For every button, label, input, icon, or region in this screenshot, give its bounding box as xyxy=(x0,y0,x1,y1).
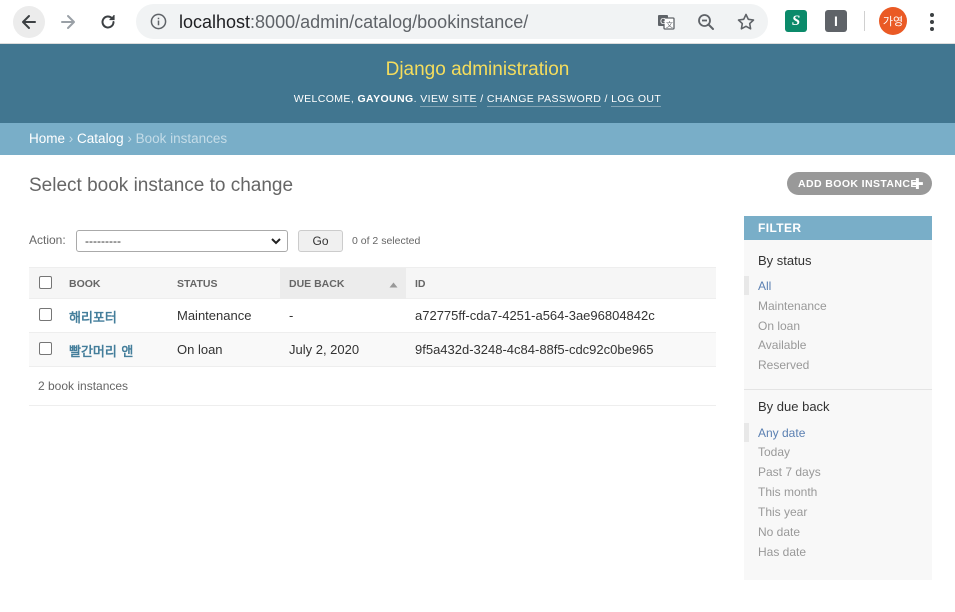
back-button[interactable] xyxy=(13,6,45,38)
select-all-checkbox[interactable] xyxy=(39,276,52,289)
extension-s-icon[interactable]: S xyxy=(785,10,807,32)
plus-icon: ✚ xyxy=(911,176,924,193)
reload-button[interactable] xyxy=(92,6,124,38)
selected-counter: 0 of 2 selected xyxy=(352,235,421,247)
header-due-back: DUE BACK xyxy=(289,278,345,290)
id-cell: a72775ff-cda7-4251-a564-3ae96804842c xyxy=(415,308,655,323)
filter-status-on-loan[interactable]: On loan xyxy=(744,316,932,335)
table-row: 해리포터 Maintenance - a72775ff-cda7-4251-a5… xyxy=(29,299,716,333)
view-site-link[interactable]: View site xyxy=(420,93,477,107)
filter-due-past-7-days[interactable]: Past 7 days xyxy=(744,462,932,481)
add-button-label: ADD BOOK INSTANCE xyxy=(798,177,918,190)
book-link[interactable]: 해리포터 xyxy=(69,307,117,326)
reload-icon xyxy=(101,15,115,29)
filter-due-has-date[interactable]: Has date xyxy=(744,542,932,561)
action-select[interactable]: --------- xyxy=(76,230,288,252)
url-host: localhost xyxy=(179,12,251,32)
info-icon[interactable] xyxy=(150,13,167,30)
browser-toolbar: localhost:8000/admin/catalog/bookinstanc… xyxy=(0,0,955,44)
filter-status-available[interactable]: Available xyxy=(744,335,932,354)
filter-due-any-date[interactable]: Any date xyxy=(744,423,932,442)
breadcrumb-current: Book instances xyxy=(135,131,228,146)
header-status[interactable]: STATUS xyxy=(177,268,217,299)
site-branding[interactable]: Django administration xyxy=(0,59,955,81)
extension-i-label: I xyxy=(834,13,838,29)
star-icon[interactable] xyxy=(736,12,756,32)
filter-due-today[interactable]: Today xyxy=(744,442,932,461)
change-password-link[interactable]: Change password xyxy=(486,93,602,107)
header-due-back-sorted[interactable]: DUE BACK xyxy=(280,268,406,300)
action-label: Action: xyxy=(29,233,66,247)
filter-due-no-date[interactable]: No date xyxy=(744,522,932,541)
user-tools: Welcome, Gayoung. View site / Change pas… xyxy=(293,93,662,107)
filter-divider xyxy=(744,389,932,390)
filter-due-this-year[interactable]: This year xyxy=(744,502,932,521)
filter-sidebar: Filter By status All Maintenance On loan… xyxy=(744,216,932,580)
extension-i-icon[interactable]: I xyxy=(825,10,847,32)
url-text[interactable]: localhost:8000/admin/catalog/bookinstanc… xyxy=(179,12,528,33)
header-book[interactable]: BOOK xyxy=(69,268,101,299)
arrow-left-icon xyxy=(22,15,36,29)
svg-text:文: 文 xyxy=(666,20,673,29)
table-row: 빨간머리 앤 On loan July 2, 2020 9f5a432d-324… xyxy=(29,333,716,367)
row-checkbox[interactable] xyxy=(39,308,52,321)
status-cell: On loan xyxy=(177,342,223,357)
address-bar[interactable]: localhost:8000/admin/catalog/bookinstanc… xyxy=(136,4,768,39)
result-list: BOOK STATUS DUE BACK ID 해리포터 Maintenance… xyxy=(29,267,716,407)
forward-button[interactable] xyxy=(52,6,84,38)
action-selected-value: --------- xyxy=(85,234,121,248)
log-out-link[interactable]: Log out xyxy=(611,93,662,107)
admin-header: Django administration Welcome, Gayoung. … xyxy=(0,44,955,123)
translate-icon[interactable]: G文 xyxy=(656,12,676,32)
more-menu-icon[interactable] xyxy=(922,10,942,34)
page-title: Select book instance to change xyxy=(29,175,294,196)
book-link[interactable]: 빨간머리 앤 xyxy=(69,341,133,360)
paginator: 2 book instances xyxy=(29,367,716,406)
row-checkbox[interactable] xyxy=(39,342,52,355)
zoom-out-icon[interactable] xyxy=(696,12,716,32)
filter-due-this-month[interactable]: This month xyxy=(744,482,932,501)
filter-status-maintenance[interactable]: Maintenance xyxy=(744,296,932,315)
sort-ascending-icon[interactable] xyxy=(389,281,398,288)
filter-by-due-back-title: By due back xyxy=(758,399,830,414)
due-back-cell: July 2, 2020 xyxy=(289,342,360,357)
add-book-instance-button[interactable]: ADD BOOK INSTANCE ✚ xyxy=(787,172,932,195)
header-id[interactable]: ID xyxy=(415,268,426,299)
filter-status-all[interactable]: All xyxy=(744,276,932,295)
breadcrumb-separator: › xyxy=(127,131,132,146)
table-header-row: BOOK STATUS DUE BACK ID xyxy=(29,267,716,300)
profile-avatar[interactable]: 가영 xyxy=(879,7,907,35)
url-path: :8000/admin/catalog/bookinstance/ xyxy=(250,12,529,32)
id-cell: 9f5a432d-3248-4c84-88f5-cdc92c0be965 xyxy=(415,342,654,357)
breadcrumb-catalog[interactable]: Catalog xyxy=(77,131,124,146)
toolbar-divider xyxy=(864,11,865,31)
extension-s-label: S xyxy=(791,12,801,29)
chevron-down-icon xyxy=(271,238,281,245)
profile-initials: 가영 xyxy=(882,15,904,28)
welcome-text: Welcome, xyxy=(293,93,355,105)
status-cell: Maintenance xyxy=(177,308,252,323)
filter-status-reserved[interactable]: Reserved xyxy=(744,355,932,374)
breadcrumb-separator: › xyxy=(68,131,74,146)
due-back-cell: - xyxy=(289,308,294,323)
username: Gayoung xyxy=(357,93,414,105)
filter-by-status-title: By status xyxy=(758,253,812,268)
breadcrumb-home[interactable]: Home xyxy=(29,131,65,146)
arrow-right-icon xyxy=(61,15,75,29)
filter-heading: Filter xyxy=(744,216,932,240)
go-button[interactable]: Go xyxy=(298,230,343,252)
breadcrumb: Home › Catalog › Book instances xyxy=(0,123,955,155)
